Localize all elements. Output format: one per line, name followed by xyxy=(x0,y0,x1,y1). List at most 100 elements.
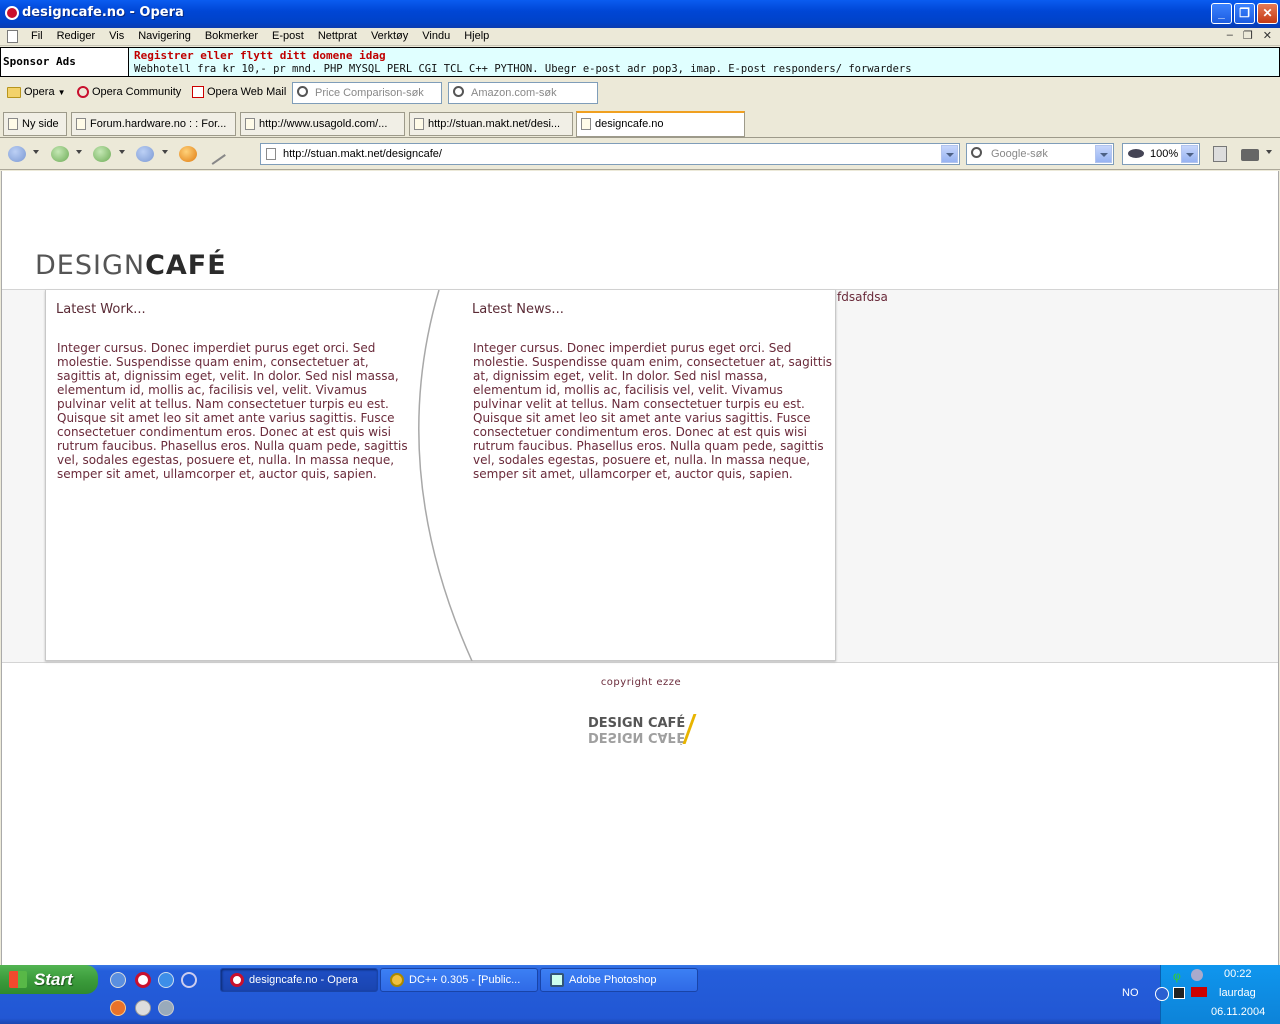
mdi-minimize-button[interactable]: – xyxy=(1227,29,1233,42)
chevron-down-icon[interactable] xyxy=(1266,150,1272,154)
sponsor-headline-link[interactable]: Registrer eller flytt ditt domene idag xyxy=(134,49,386,62)
address-bar[interactable]: http://stuan.makt.net/designcafe/ xyxy=(260,143,960,165)
page-icon xyxy=(8,118,18,130)
chevron-left-icon[interactable] xyxy=(1155,987,1169,1001)
camera-icon[interactable] xyxy=(1241,149,1259,161)
opera-community-label: Opera Community xyxy=(92,86,182,98)
sponsor-ads-bar: Sponsor Ads Registrer eller flytt ditt d… xyxy=(0,47,1280,77)
tab-bar: Ny side Forum.hardware.no : : For... htt… xyxy=(0,108,1280,138)
search-icon xyxy=(971,147,982,158)
opera-web-mail-button[interactable]: Opera Web Mail xyxy=(192,86,286,98)
chevron-down-icon[interactable] xyxy=(162,150,168,154)
utility-icon[interactable] xyxy=(158,1000,174,1016)
back-icon[interactable] xyxy=(51,146,69,162)
menu-e-post[interactable]: E-post xyxy=(272,30,304,42)
menu-bar: Fil Rediger Vis Navigering Bokmerker E-p… xyxy=(0,28,1280,46)
amazon-search-input[interactable]: Amazon.com-søk xyxy=(448,82,598,104)
tab-label: http://www.usagold.com/... xyxy=(259,118,388,130)
mdi-restore-button[interactable]: ❐ xyxy=(1243,29,1253,42)
ati-icon[interactable] xyxy=(1191,987,1207,997)
start-label: Start xyxy=(34,970,73,989)
window-title: designcafe.no - Opera xyxy=(22,5,184,20)
steam-icon[interactable] xyxy=(1173,987,1185,999)
internet-explorer-icon[interactable] xyxy=(158,972,174,988)
firefox-icon[interactable] xyxy=(110,1000,126,1016)
menu-vindu[interactable]: Vindu xyxy=(422,30,450,42)
clock-date: 06.11.2004 xyxy=(1211,1006,1266,1018)
tab-designcafe[interactable]: designcafe.no xyxy=(576,111,745,137)
tab-ny-side[interactable]: Ny side xyxy=(3,112,67,136)
search-engine-dropdown-button[interactable] xyxy=(1095,145,1112,163)
media-player-icon[interactable] xyxy=(135,1000,151,1016)
tab-stuan-makt[interactable]: http://stuan.makt.net/desi... xyxy=(409,112,573,136)
tab-label: Forum.hardware.no : : For... xyxy=(90,118,227,130)
tab-label: designcafe.no xyxy=(595,118,664,130)
mdi-close-button[interactable]: ✕ xyxy=(1263,29,1272,42)
document-icon[interactable] xyxy=(7,30,18,43)
close-button[interactable]: ✕ xyxy=(1257,3,1278,24)
minimize-button[interactable]: _ xyxy=(1211,3,1232,24)
page-viewport: DESIGNCAFÉ Latest Work... Integer cursus… xyxy=(1,171,1279,965)
menu-fil[interactable]: Fil xyxy=(31,30,43,42)
page-icon xyxy=(76,118,86,130)
zoom-value: 100% xyxy=(1150,148,1179,160)
content-box: Latest Work... Integer cursus. Donec imp… xyxy=(45,290,836,661)
tab-usagold[interactable]: http://www.usagold.com/... xyxy=(240,112,405,136)
menu-navigering[interactable]: Navigering xyxy=(138,30,191,42)
chevron-down-icon[interactable] xyxy=(76,150,82,154)
chevron-down-icon[interactable] xyxy=(33,150,39,154)
maximize-button[interactable]: ❐ xyxy=(1234,3,1255,24)
copyright-text: copyright ezze xyxy=(600,677,682,688)
tab-forum-hardware[interactable]: Forum.hardware.no : : For... xyxy=(71,112,236,136)
task-photoshop[interactable]: Adobe Photoshop xyxy=(540,968,698,992)
tab-label: Ny side xyxy=(22,118,59,130)
opera-menu-label: Opera xyxy=(24,86,55,98)
task-opera[interactable]: designcafe.no - Opera xyxy=(220,968,378,992)
tab-label: http://stuan.makt.net/desi... xyxy=(428,118,561,130)
address-url: http://stuan.makt.net/designcafe/ xyxy=(283,148,442,160)
opera-quick-launch-icon[interactable] xyxy=(135,972,151,988)
users-icon[interactable] xyxy=(1191,969,1203,981)
price-comparison-search-input[interactable]: Price Comparison-søk xyxy=(292,82,442,104)
menu-nettprat[interactable]: Nettprat xyxy=(318,30,357,42)
forward-icon[interactable] xyxy=(93,146,111,162)
designcafe-logo[interactable]: DESIGNCAFÉ xyxy=(35,250,227,281)
taskbar: Start designcafe.no - Opera DC++ 0.305 -… xyxy=(0,965,1280,1024)
latest-work-heading: Latest Work... xyxy=(56,302,146,317)
chevron-down-icon: ▼ xyxy=(57,87,66,97)
page-icon xyxy=(245,118,255,130)
task-dcplusplus[interactable]: DC++ 0.305 - [Public... xyxy=(380,968,538,992)
opera-menu-button[interactable]: Opera ▼ xyxy=(7,86,66,98)
zoom-select[interactable]: 100% xyxy=(1122,143,1200,165)
reload-icon[interactable] xyxy=(179,146,197,162)
language-indicator[interactable]: NO xyxy=(1122,987,1139,999)
opera-icon xyxy=(77,86,89,98)
title-bar: designcafe.no - Opera _ ❐ ✕ xyxy=(0,0,1280,28)
search-icon[interactable] xyxy=(181,972,197,988)
menu-vis[interactable]: Vis xyxy=(109,30,124,42)
photoshop-icon xyxy=(550,973,564,987)
google-search-input[interactable]: Google-søk xyxy=(966,143,1114,165)
google-search-placeholder: Google-søk xyxy=(991,148,1048,160)
chevron-down-icon[interactable] xyxy=(119,150,125,154)
edit-icon[interactable] xyxy=(208,149,226,165)
opera-logo-icon xyxy=(5,6,19,20)
zoom-dropdown-button[interactable] xyxy=(1181,145,1198,163)
page-icon xyxy=(266,148,276,160)
opera-community-button[interactable]: Opera Community xyxy=(77,86,181,98)
menu-hjelp[interactable]: Hjelp xyxy=(464,30,489,42)
personal-bar: Opera ▼ Opera Community Opera Web Mail xyxy=(0,78,1280,108)
menu-bokmerker[interactable]: Bokmerker xyxy=(205,30,258,42)
menu-rediger[interactable]: Rediger xyxy=(57,30,96,42)
clock-day: laurdag xyxy=(1219,987,1256,999)
page-icon xyxy=(414,118,424,130)
quick-launch-icon[interactable] xyxy=(110,972,126,988)
rewind-icon[interactable] xyxy=(8,146,26,162)
address-dropdown-button[interactable] xyxy=(941,145,958,163)
lock-icon[interactable] xyxy=(1213,146,1227,162)
start-button[interactable]: Start xyxy=(0,965,98,994)
fast-forward-icon[interactable] xyxy=(136,146,154,162)
network-icon[interactable]: φ xyxy=(1173,969,1185,983)
clock-time[interactable]: 00:22 xyxy=(1224,968,1252,980)
menu-verktoy[interactable]: Verktøy xyxy=(371,30,408,42)
